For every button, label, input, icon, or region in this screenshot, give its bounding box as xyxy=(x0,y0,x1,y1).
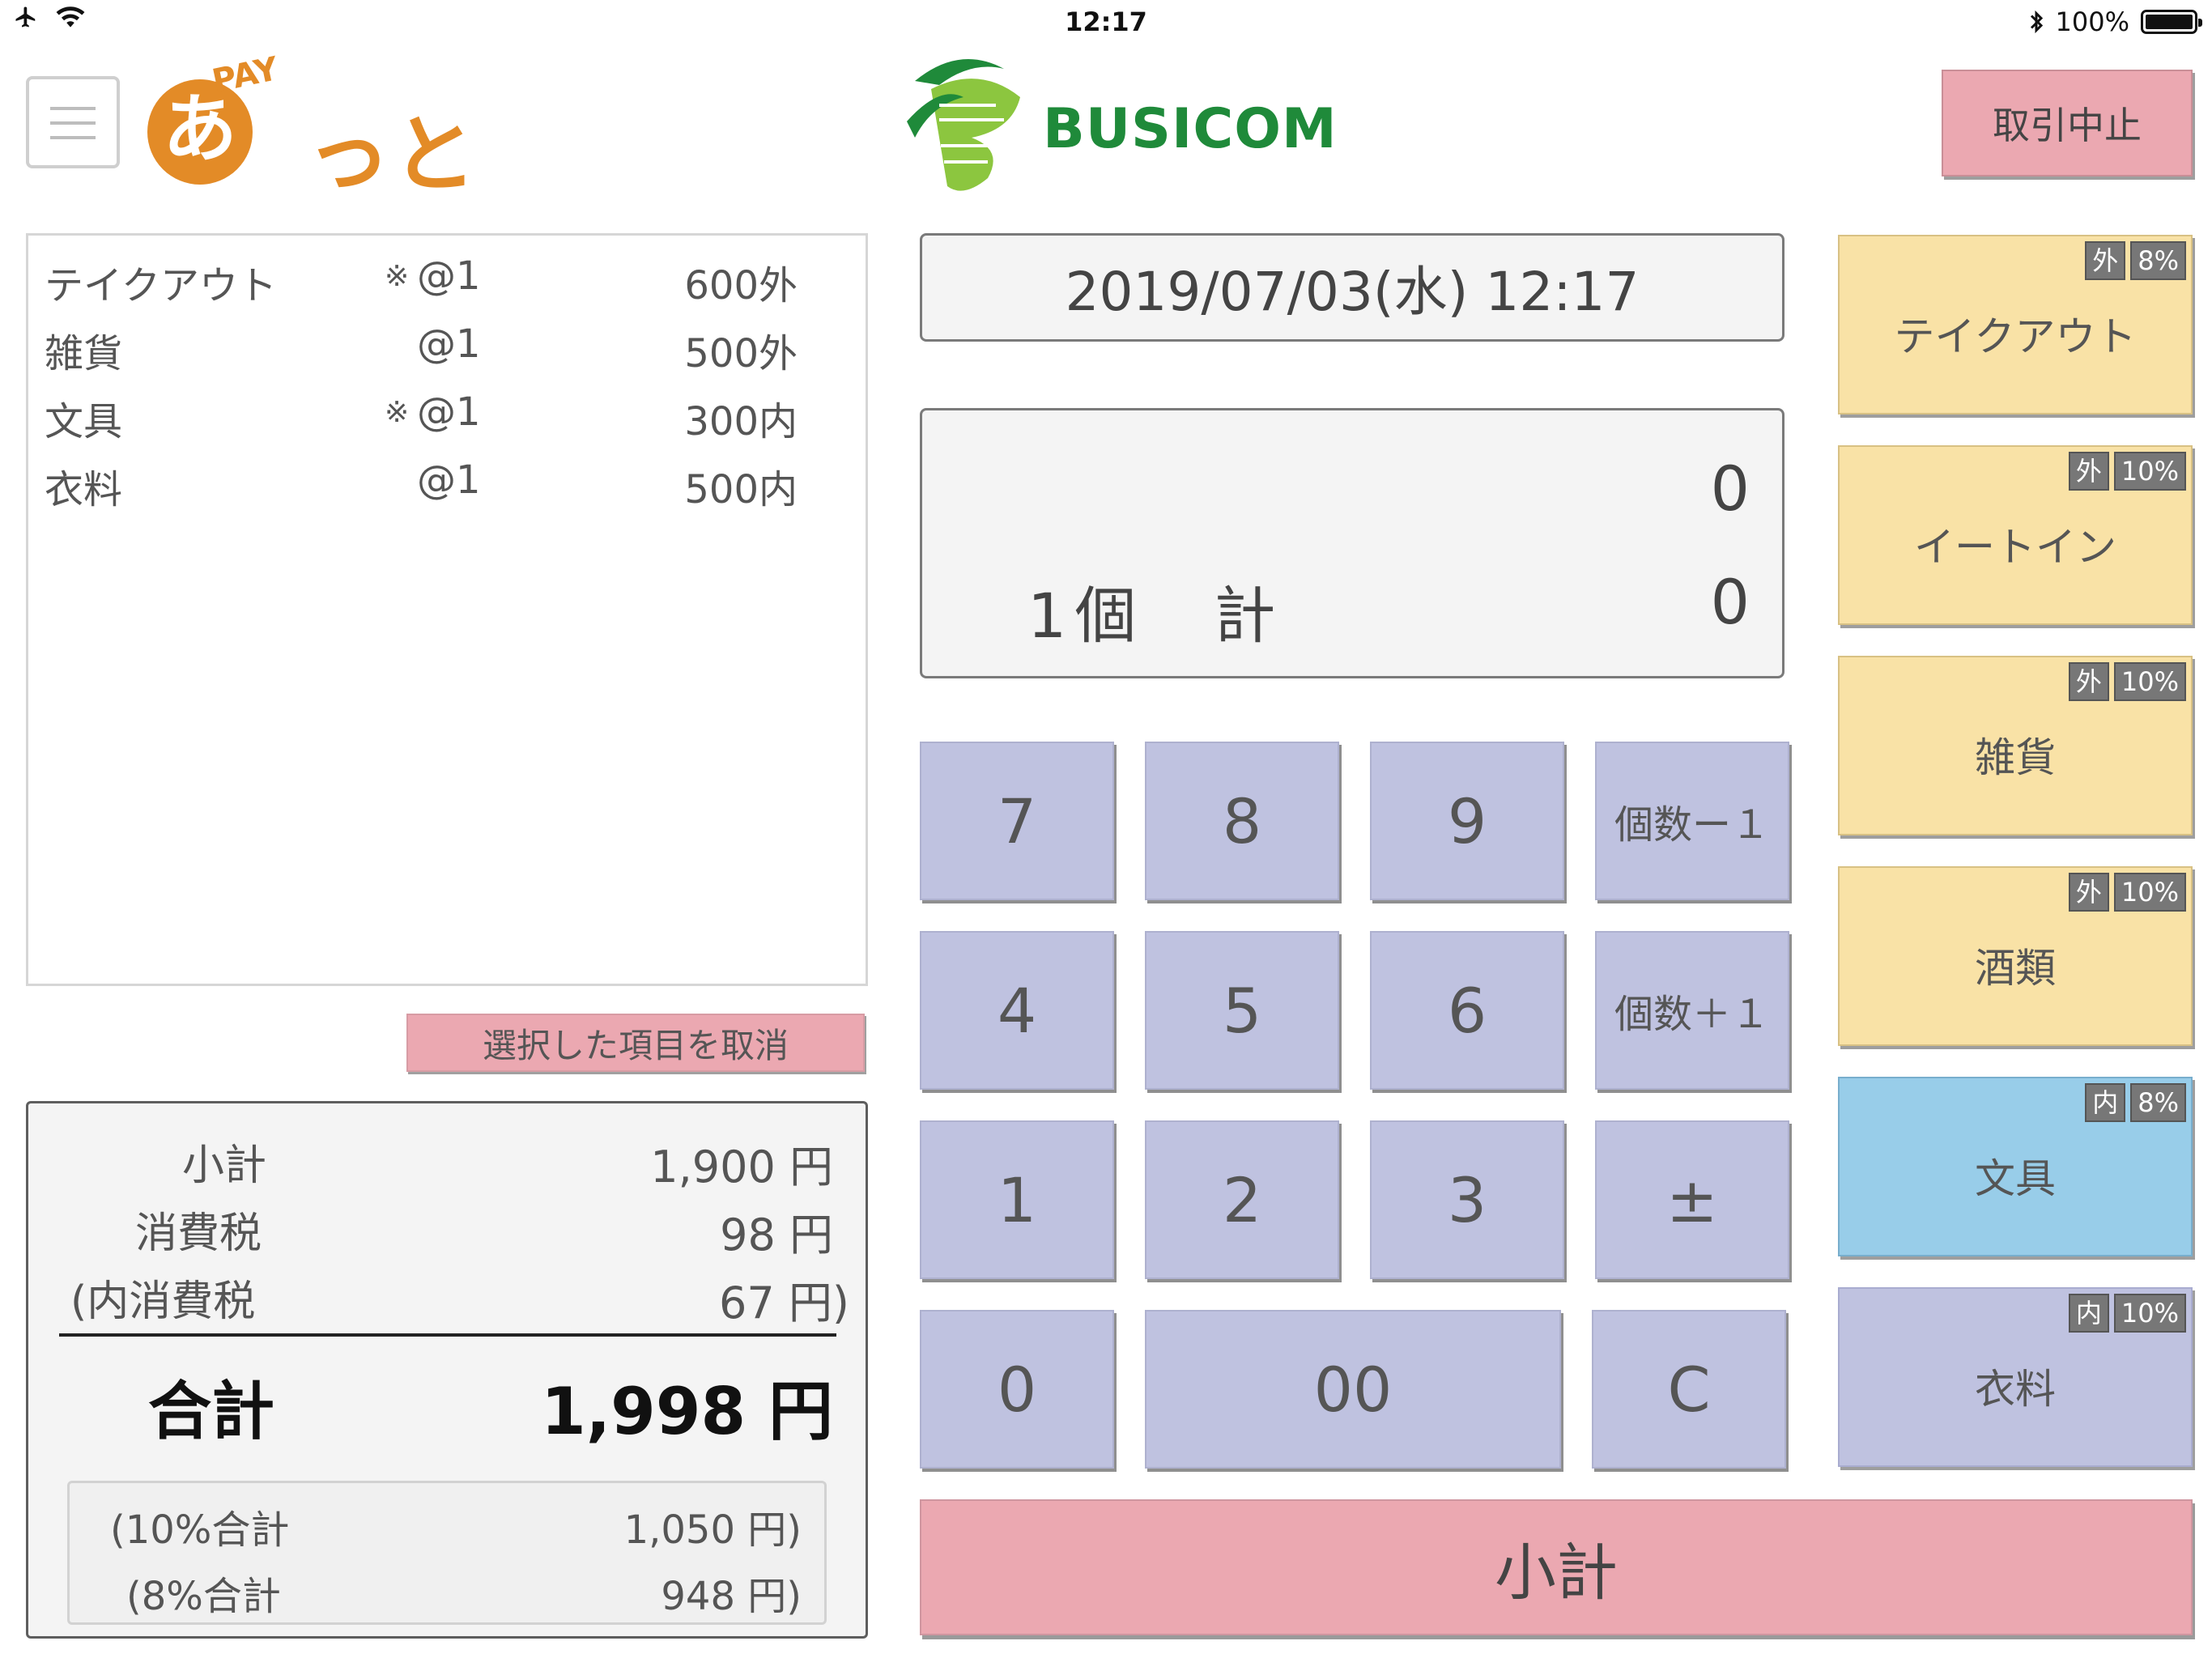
bluetooth-icon xyxy=(2030,10,2043,34)
subtotal-label: 小計 xyxy=(182,1141,267,1190)
tax-badges: 外 10% xyxy=(2068,662,2186,701)
dept-button-clothing[interactable]: 内 10% 衣料 xyxy=(1838,1287,2193,1467)
dept-button-goods[interactable]: 外 10% 雑貨 xyxy=(1838,656,2193,835)
item-mark: ※ xyxy=(385,396,410,429)
amount-display: 0 1個 計 0 xyxy=(920,408,1784,678)
key-1[interactable]: 1 xyxy=(920,1120,1114,1279)
display-total-value: 0 xyxy=(1710,566,1750,638)
display-count-label: 1個 計 xyxy=(1027,580,1284,652)
cancel-transaction-button[interactable]: 取引中止 xyxy=(1942,70,2193,176)
busicom-mark-icon xyxy=(907,59,1020,191)
busicom-logo: BUSICOM xyxy=(883,49,1338,194)
item-mark: ※ xyxy=(385,260,410,293)
tax-rate-badge: 8% xyxy=(2130,1083,2186,1122)
item-qty: @1 xyxy=(417,321,481,367)
item-name: 衣料 xyxy=(45,467,123,512)
tax-rate-badge: 10% xyxy=(2113,873,2186,912)
dept-label: 衣料 xyxy=(1975,1366,2056,1413)
dept-label: 酒類 xyxy=(1975,945,2056,992)
tax-type-badge: 外 xyxy=(2085,241,2126,280)
dept-label: 文具 xyxy=(1975,1155,2056,1202)
key-2[interactable]: 2 xyxy=(1145,1120,1339,1279)
plus-minus-button[interactable]: ± xyxy=(1595,1120,1789,1279)
totals-divider xyxy=(59,1333,836,1337)
busicom-wordmark: BUSICOM xyxy=(1043,97,1338,161)
rate10-label: (10%合計 xyxy=(110,1507,290,1553)
quantity-plus-button[interactable]: 個数＋１ xyxy=(1595,931,1789,1090)
total-label: 合計 xyxy=(148,1375,275,1448)
tax-type-badge: 外 xyxy=(2068,452,2109,491)
list-item[interactable]: テイクアウト ※ @1 600外 xyxy=(45,245,854,313)
total-value: 1,998 円 xyxy=(541,1374,833,1449)
clear-button[interactable]: C xyxy=(1592,1310,1786,1469)
status-right: 100% xyxy=(2028,6,2202,37)
battery-percent: 100% xyxy=(2055,6,2129,37)
item-name: 文具 xyxy=(45,399,123,444)
list-item[interactable]: 衣料 @1 500内 xyxy=(45,449,854,517)
list-item[interactable]: 文具 ※ @1 300内 xyxy=(45,381,854,449)
key-3[interactable]: 3 xyxy=(1370,1120,1564,1279)
dept-label: テイクアウト xyxy=(1894,313,2137,360)
tax-rate-badge: 8% xyxy=(2130,241,2186,280)
key-00[interactable]: 00 xyxy=(1145,1310,1561,1469)
tax-type-badge: 外 xyxy=(2068,662,2109,701)
rate8-label: (8%合計 xyxy=(126,1574,281,1619)
quantity-minus-button[interactable]: 個数ー１ xyxy=(1595,742,1789,900)
tax-type-badge: 外 xyxy=(2068,873,2109,912)
rate-breakdown: (10%合計 1,050 円) (8%合計 948 円) xyxy=(67,1481,827,1625)
tax-badges: 内 10% xyxy=(2068,1294,2186,1333)
item-price: 500内 xyxy=(684,467,798,512)
rate8-value: 948 円) xyxy=(661,1574,802,1619)
tax-rate-badge: 10% xyxy=(2113,1294,2186,1333)
item-list: テイクアウト ※ @1 600外 雑貨 @1 500外 文具 ※ @1 300内… xyxy=(26,233,868,986)
subtotal-button[interactable]: 小計 xyxy=(920,1499,2193,1635)
tax-badges: 外 10% xyxy=(2068,873,2186,912)
item-qty: @1 xyxy=(417,253,481,299)
dept-button-eatin[interactable]: 外 10% イートイン xyxy=(1838,445,2193,625)
totals-panel: 小計 1,900 円 消費税 98 円 (内消費税 67 円) 合計 1,998… xyxy=(26,1101,868,1639)
tax-type-badge: 内 xyxy=(2085,1083,2126,1122)
status-time: 12:17 xyxy=(1065,6,1147,37)
tax-type-badge: 内 xyxy=(2068,1294,2109,1333)
item-price: 300内 xyxy=(684,399,798,444)
tax-rate-badge: 10% xyxy=(2113,452,2186,491)
rate10-value: 1,050 円) xyxy=(623,1507,802,1553)
list-item[interactable]: 雑貨 @1 500外 xyxy=(45,313,854,381)
cancel-selected-button[interactable]: 選択した項目を取消 xyxy=(406,1014,865,1072)
dept-button-takeout[interactable]: 外 8% テイクアウト xyxy=(1838,235,2193,414)
item-price: 500外 xyxy=(684,331,798,376)
key-5[interactable]: 5 xyxy=(1145,931,1339,1090)
inner-tax-value: 67 円) xyxy=(719,1278,849,1329)
dept-label: 雑貨 xyxy=(1975,734,2056,781)
tax-label: 消費税 xyxy=(135,1209,262,1258)
item-name: 雑貨 xyxy=(45,331,123,376)
status-bar: 12:17 100% xyxy=(0,0,2212,45)
key-8[interactable]: 8 xyxy=(1145,742,1339,900)
key-7[interactable]: 7 xyxy=(920,742,1114,900)
app-logo: あ PAY っと決済 xyxy=(147,50,536,326)
tax-badges: 外 10% xyxy=(2068,452,2186,491)
key-0[interactable]: 0 xyxy=(920,1310,1114,1469)
hamburger-menu-button[interactable] xyxy=(26,76,120,168)
dept-button-stationery[interactable]: 内 8% 文具 xyxy=(1838,1077,2193,1256)
battery-icon xyxy=(2141,10,2202,34)
item-qty: @1 xyxy=(417,389,481,435)
tax-rate-badge: 10% xyxy=(2113,662,2186,701)
item-name: テイクアウト xyxy=(45,263,278,308)
inner-tax-label: (内消費税 xyxy=(70,1278,256,1326)
dept-button-liquor[interactable]: 外 10% 酒類 xyxy=(1838,866,2193,1046)
subtotal-value: 1,900 円 xyxy=(650,1141,833,1192)
display-input-value: 0 xyxy=(1710,453,1750,525)
datetime-display: 2019/07/03(水) 12:17 xyxy=(920,233,1784,342)
tax-badges: 外 8% xyxy=(2085,241,2186,280)
key-6[interactable]: 6 xyxy=(1370,931,1564,1090)
tax-value: 98 円 xyxy=(720,1209,833,1261)
dept-label: イートイン xyxy=(1914,524,2116,571)
item-price: 600外 xyxy=(684,263,798,308)
item-qty: @1 xyxy=(417,457,481,503)
tax-badges: 内 8% xyxy=(2085,1083,2186,1122)
key-4[interactable]: 4 xyxy=(920,931,1114,1090)
key-9[interactable]: 9 xyxy=(1370,742,1564,900)
